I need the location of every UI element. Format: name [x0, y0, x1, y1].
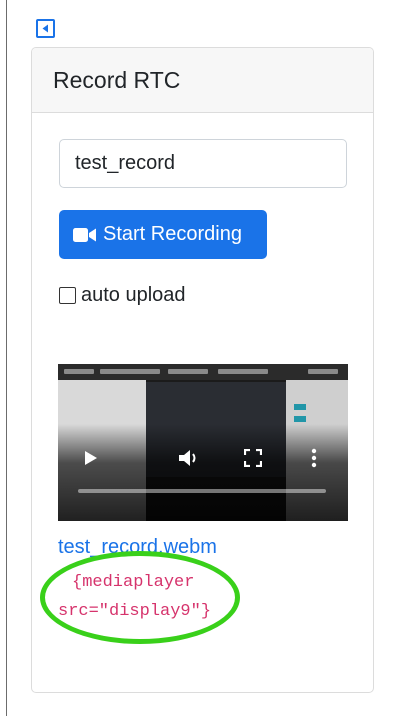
more-vertical-icon[interactable] [311, 448, 317, 473]
fullscreen-icon[interactable] [243, 448, 263, 472]
embed-code-line-1: {mediaplayer [72, 573, 195, 592]
start-recording-label: Start Recording [103, 223, 242, 245]
auto-upload-label: auto upload [81, 284, 186, 306]
start-recording-button[interactable]: Start Recording [59, 210, 267, 259]
video-controls-shade [58, 424, 348, 521]
video-progress-track[interactable] [78, 489, 326, 493]
auto-upload-row[interactable]: auto upload [59, 284, 186, 307]
play-icon[interactable] [84, 450, 98, 471]
file-name-input[interactable] [59, 139, 347, 188]
chevron-left-icon [42, 24, 48, 33]
recording-video-player[interactable] [58, 364, 348, 521]
video-frame-topbar [58, 364, 348, 380]
mediaplayer-embed-code: {mediaplayer src="display9"} [58, 568, 258, 626]
card-header: Record RTC [32, 48, 373, 113]
embed-code-line-2: src="display9"} [58, 602, 212, 621]
card-title: Record RTC [53, 67, 181, 93]
auto-upload-checkbox[interactable] [59, 287, 76, 304]
left-border-line [6, 0, 7, 716]
video-camera-icon [73, 227, 97, 243]
collapse-panel-button[interactable] [36, 19, 55, 38]
recording-file-link[interactable]: test_record.webm [58, 536, 217, 559]
volume-icon[interactable] [178, 448, 200, 473]
record-rtc-card: Record RTC Start Recording auto upload [31, 47, 374, 693]
